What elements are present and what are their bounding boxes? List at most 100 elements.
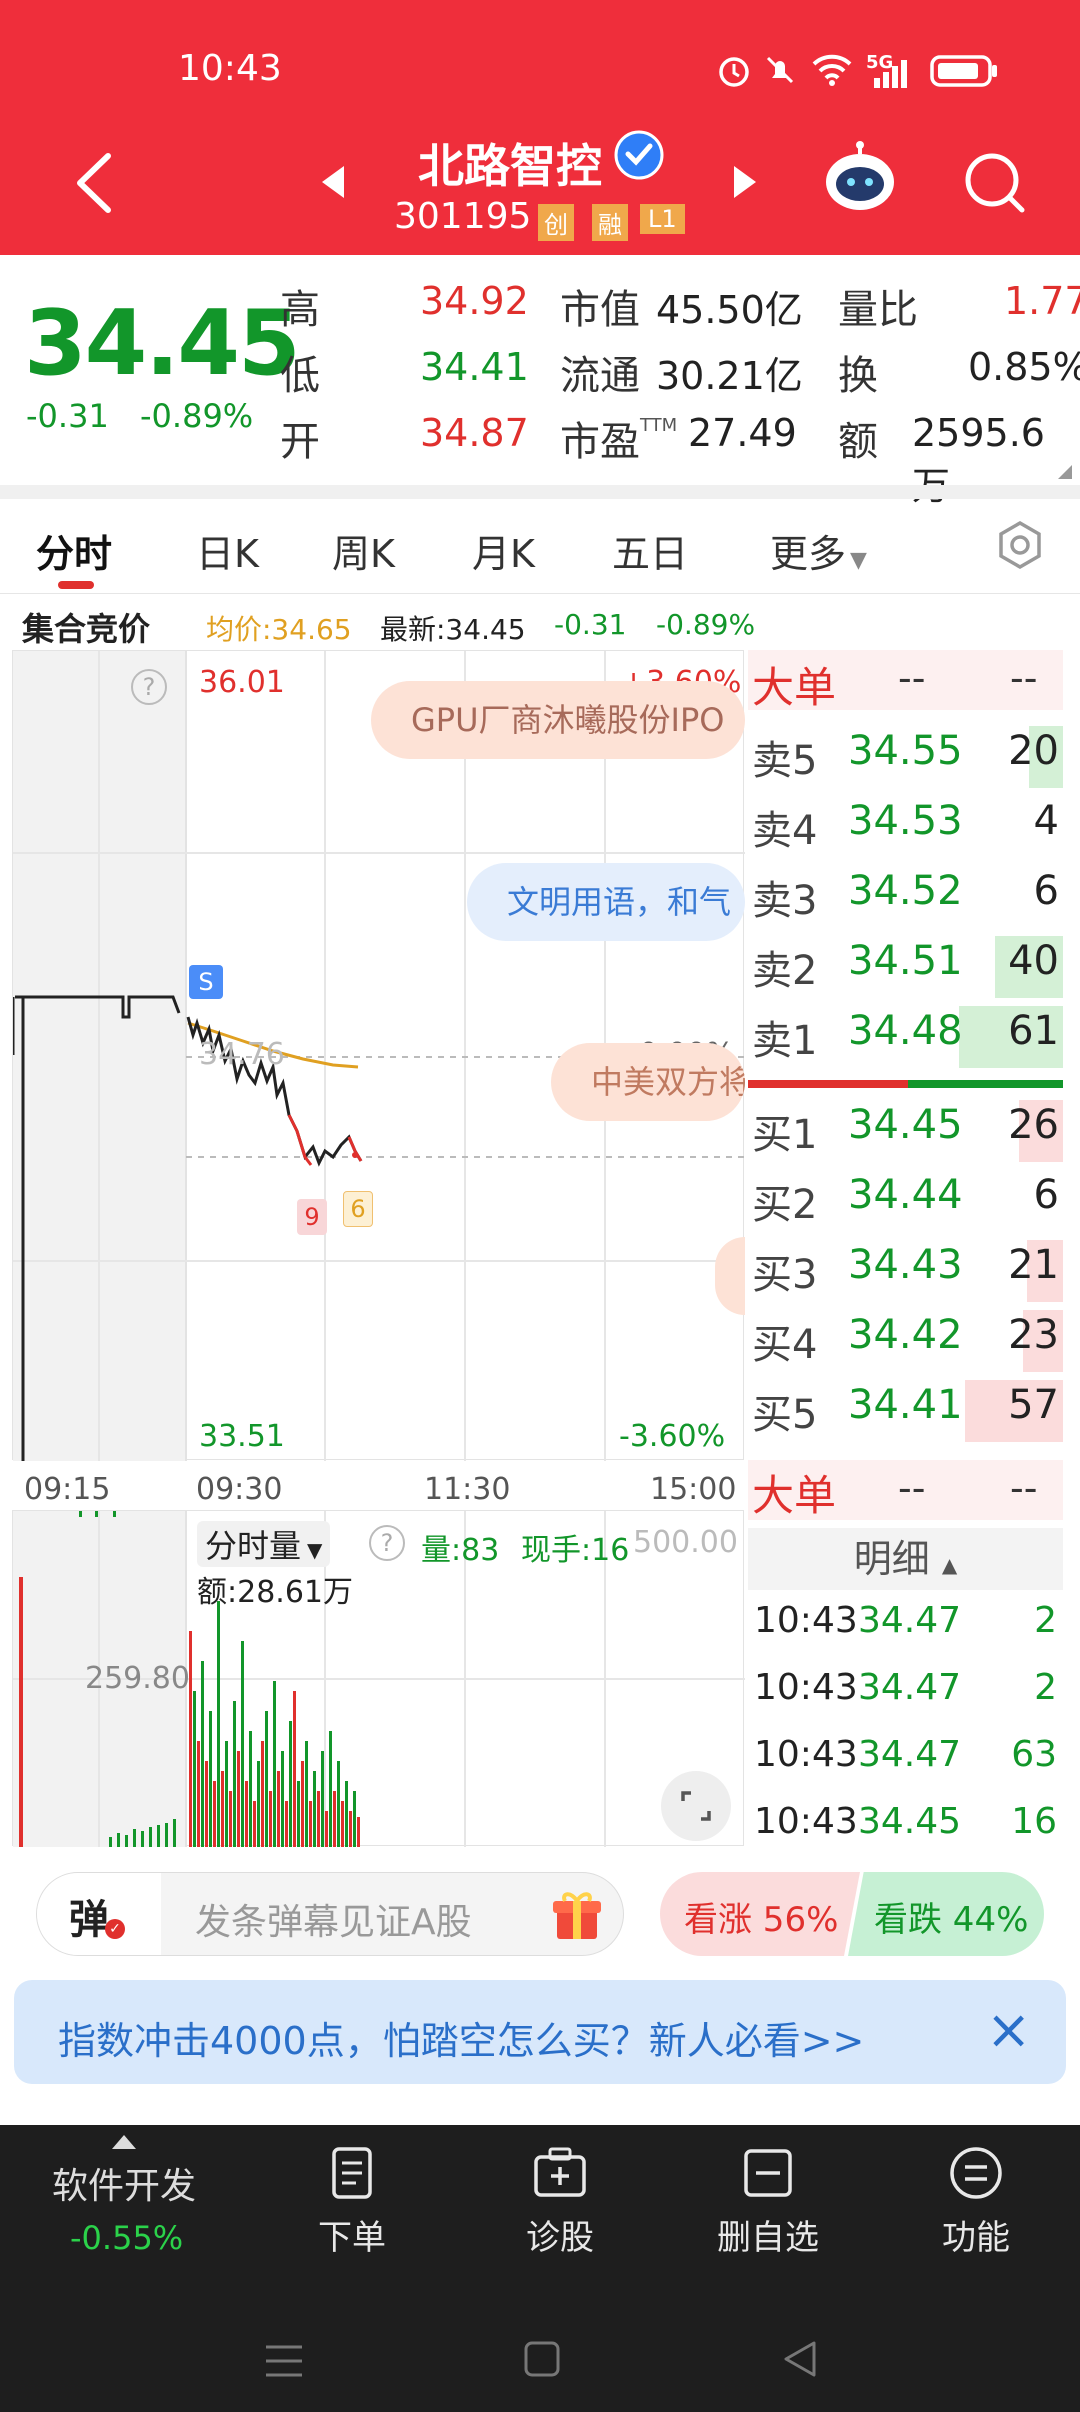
detail-tab[interactable]: 明细 ▲ (748, 1528, 1063, 1590)
high-label: 高 (280, 287, 320, 333)
time-0915: 09:15 (24, 1472, 111, 1507)
promo-banner-text: 指数冲击4000点，怕踏空怎么买？新人必看>> (58, 2019, 865, 2063)
next-stock-button[interactable] (730, 162, 760, 206)
functions-tab[interactable]: 功能 (906, 2145, 1046, 2259)
nav-back-button[interactable] (780, 2339, 820, 2383)
buy-3-price: 34.43 (848, 1242, 963, 1288)
high-value: 34.92 (420, 279, 529, 323)
tick-price: 34.45 (858, 1801, 962, 1842)
prev-stock-button[interactable] (318, 162, 348, 206)
volume-type-dropdown[interactable]: 分时量 ▼ (197, 1521, 331, 1567)
buy-pressure-bar (748, 1080, 908, 1088)
sell-1-label: 卖1 (752, 1018, 818, 1064)
intraday-chart[interactable]: ? 36.01 +3.60% 34.76 0.00% 33.51 -3.60% … (12, 650, 745, 1461)
buy-row-2[interactable]: 买2 34.44 6 (748, 1166, 1063, 1236)
time-0930: 09:30 (196, 1472, 283, 1507)
chart-help-icon[interactable]: ? (131, 669, 167, 705)
tick-price: 34.47 (858, 1734, 962, 1775)
tick-row: 10:43 34.45 16 (748, 1793, 1063, 1863)
tick-time: 10:43 (754, 1734, 858, 1775)
banner-close-icon[interactable]: × (986, 1998, 1031, 2061)
alarm-icon (716, 52, 752, 92)
danmu-toggle[interactable]: 弹 ✓ (37, 1873, 161, 1955)
pe-sup: TTM (640, 415, 678, 436)
sell-row-3[interactable]: 卖3 34.52 6 (748, 862, 1063, 932)
sell-row-5[interactable]: 卖5 34.55 20 (748, 722, 1063, 792)
functions-label: 功能 (942, 2218, 1010, 2258)
news-bubble-civil[interactable]: 文明用语，和气 (467, 863, 745, 941)
search-button[interactable] (960, 148, 1030, 222)
sell-row-1[interactable]: 卖1 34.48 61 (748, 1002, 1063, 1072)
tab-monthly-k[interactable]: 月K (472, 523, 535, 578)
bottom-strip: 弹 ✓ 发条弹幕见证A股 看涨 56% 看跌 44% 指数冲击4000点，怕踏空… (0, 1860, 1080, 2110)
diagnose-label: 诊股 (526, 2218, 594, 2258)
sell-marker-s[interactable]: S (189, 965, 223, 999)
expand-corner-icon[interactable] (1058, 465, 1072, 479)
mute-icon (762, 52, 798, 92)
order-tab[interactable]: 下单 (282, 2145, 422, 2259)
sell-row-4[interactable]: 卖4 34.53 4 (748, 792, 1063, 862)
chart-mid-price: 34.76 (199, 1037, 285, 1072)
auction-label: 集合竞价 (22, 610, 151, 648)
marker-6[interactable]: 6 (343, 1191, 373, 1227)
latest-pct: -0.89% (656, 608, 756, 641)
sector-name[interactable]: 软件开发 (52, 2157, 196, 2209)
quote-panel: 34.45 -0.31 -0.89% 高 34.92 低 34.41 开 34.… (0, 255, 1080, 508)
sell-4-label: 卖4 (752, 808, 818, 854)
news-bubble-sino-us[interactable]: 中美双方将 (551, 1043, 745, 1121)
volume-help-icon[interactable]: ? (369, 1525, 405, 1561)
buy-row-3[interactable]: 买3 34.43 21 (748, 1236, 1063, 1306)
bullish-label: 看涨 56% (684, 1900, 839, 1940)
tab-daily-k[interactable]: 日K (196, 523, 259, 578)
volume-bars (189, 1601, 360, 1847)
tick-row: 10:43 34.47 63 (748, 1726, 1063, 1796)
news-bubble-gpu[interactable]: GPU厂商沐曦股份IPO (371, 681, 745, 759)
tab-intraday[interactable]: 分时 (36, 523, 112, 578)
nav-home-button[interactable] (522, 2339, 562, 2383)
caret-up-icon[interactable] (112, 2135, 136, 2149)
sell-2-qty: 40 (1008, 938, 1059, 984)
promo-banner[interactable]: 指数冲击4000点，怕踏空怎么买？新人必看>> × (14, 1980, 1066, 2084)
tick-price: 34.47 (858, 1600, 962, 1641)
buy-row-5[interactable]: 买5 34.41 57 (748, 1376, 1063, 1446)
big-order-dash3: -- (898, 1466, 926, 1510)
buy-row-1[interactable]: 买1 34.45 26 (748, 1096, 1063, 1166)
big-order-dash2: -- (1010, 656, 1038, 700)
nav-menu-button[interactable] (262, 2341, 306, 2385)
status-bar: 10:43 5G (0, 0, 1080, 120)
tick-qty: 63 (1011, 1734, 1057, 1775)
back-button[interactable] (70, 148, 120, 222)
diagnose-tab[interactable]: 诊股 (490, 2145, 630, 2259)
tab-five-day[interactable]: 五日 (612, 523, 688, 578)
tab-more[interactable]: 更多 ▼ (770, 523, 867, 578)
buy-4-qty: 23 (1008, 1312, 1059, 1358)
wifi-icon (810, 52, 854, 92)
buy-2-label: 买2 (752, 1182, 818, 1228)
bearish-button[interactable]: 看跌 44% (848, 1872, 1044, 1956)
buy-1-label: 买1 (752, 1112, 818, 1158)
bullish-button[interactable]: 看涨 56% (660, 1872, 860, 1956)
gift-icon[interactable] (549, 1887, 605, 1947)
separator (0, 485, 1080, 499)
detail-label: 明细 (853, 1537, 930, 1581)
sell-row-2[interactable]: 卖2 34.51 40 (748, 932, 1063, 1002)
big-order-title-2: 大单 (752, 1471, 837, 1520)
volume-chart[interactable]: 分时量 ▼ ? 量:83 现手:16 500.00 额:28.61万 259.80 (12, 1510, 745, 1847)
remove-watchlist-tab[interactable]: 删自选 (698, 2145, 838, 2259)
marker-9[interactable]: 9 (297, 1199, 327, 1235)
volume-mid: 259.80 (85, 1661, 190, 1696)
tick-qty: 2 (1034, 1600, 1057, 1641)
tab-weekly-k[interactable]: 周K (332, 523, 395, 578)
robot-assistant-icon[interactable] (820, 138, 900, 222)
danmu-input-box[interactable]: 弹 ✓ 发条弹幕见证A股 (36, 1872, 624, 1956)
bottom-tab-bar: 软件开发 -0.55% 下单 诊股 删自选 功能 (0, 2125, 1080, 2305)
open-value: 34.87 (420, 411, 529, 455)
fullscreen-button[interactable] (661, 1771, 731, 1841)
sell-5-price: 34.55 (848, 728, 963, 774)
danmu-icon: 弹 (69, 1897, 109, 1943)
tick-time: 10:43 (754, 1600, 858, 1641)
buy-row-4[interactable]: 买4 34.42 23 (748, 1306, 1063, 1376)
triangle-down-icon: ▼ (850, 548, 867, 573)
sell-2-price: 34.51 (848, 938, 963, 984)
settings-icon[interactable] (994, 519, 1046, 575)
